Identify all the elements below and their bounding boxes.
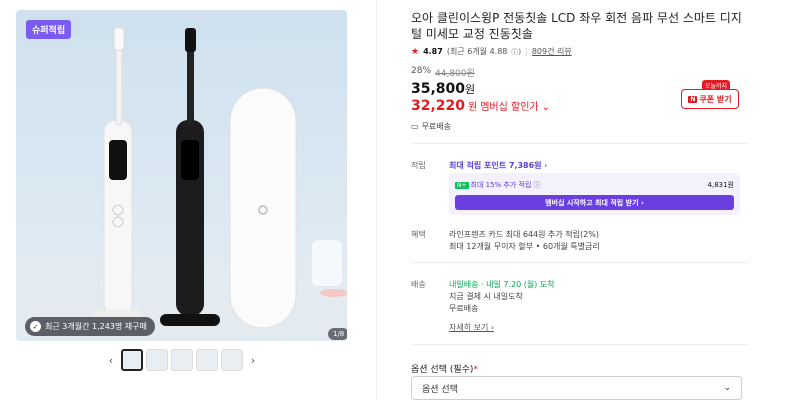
max-points-link[interactable]: 최대 적립 포인트 7,386원 ›: [449, 160, 547, 171]
naver-plus-icon: N+: [455, 182, 469, 189]
sale-price-value: 35,800: [411, 81, 466, 97]
chevron-right-icon: ›: [641, 198, 644, 207]
section-divider: [411, 344, 749, 345]
chevron-right-icon: ›: [544, 161, 548, 170]
column-divider: [376, 0, 377, 400]
star-icon: ★: [411, 46, 420, 57]
option-label: 옵션 선택 (필수)*: [411, 362, 478, 375]
check-circle-icon: ✓: [30, 321, 41, 332]
product-main-image[interactable]: 슈퍼적립 ✓ 최근 3개월간 1,243명 재구매 1/8: [16, 10, 347, 341]
thumbnail-strip: ‹ ›: [104, 349, 260, 371]
extra-points-amount: 4,831원: [707, 181, 734, 189]
thumbnail-item[interactable]: [171, 349, 193, 371]
benefit-installment: 최대 12개월 무이자 할부 • 60개월 특별금리: [449, 242, 600, 251]
membership-start-button[interactable]: 멤버십 시작하고 최대 적립 받기 ›: [455, 195, 734, 210]
section-divider: [411, 143, 749, 144]
coupon-button[interactable]: N 쿠폰 받기: [681, 89, 739, 109]
sale-price: 35,800원: [411, 81, 475, 97]
chevron-right-icon: ›: [490, 323, 495, 332]
rating-score: 4.87: [423, 47, 443, 56]
discount-percent: 28%: [411, 66, 432, 76]
free-shipping: ▭ 무료배송: [411, 121, 451, 132]
product-title: 오아 클린이스윙P 전동칫솔 LCD 좌우 회전 음파 무선 스마트 디지털 미…: [411, 11, 742, 41]
delivery-arrival-note: 지금 결제 시 내일도착: [449, 292, 523, 301]
delivery-fee: 무료배송: [449, 304, 479, 313]
max-points-text: 최대 적립 포인트 7,386원: [449, 161, 542, 170]
rating-row: ★ 4.87 (최근 6개월 4.88 ⓘ) | 809건 리뷰: [411, 46, 572, 57]
repurchase-pill: ✓ 최근 3개월간 1,243명 재구매: [25, 317, 155, 336]
membership-price-value: 32,220: [411, 98, 466, 114]
thumbnail-item[interactable]: [221, 349, 243, 371]
option-select[interactable]: 옵션 선택 ⌄: [411, 376, 742, 400]
required-mark: *: [473, 365, 478, 375]
points-box: N+ 최대 15% 추가 적립 ⓘ 4,831원 멤버십 시작하고 최대 적립 받…: [449, 173, 740, 215]
coupon-label: 쿠폰 받기: [699, 94, 732, 104]
membership-price-label: 멤버십 할인가: [480, 102, 539, 113]
benefit-card: 라인프렌즈 카드 최대 644원 추가 적립(2%): [449, 230, 599, 239]
repurchase-text: 최근 3개월간 1,243명 재구매: [45, 322, 147, 331]
section-divider: [411, 262, 749, 263]
thumbnail-item[interactable]: [121, 349, 143, 371]
naver-n-icon: N: [688, 95, 698, 103]
delivery-detail-link[interactable]: 자세히 보기 ›: [449, 322, 494, 333]
extra-points-label: 최대 15% 추가 적립: [470, 181, 532, 189]
delivery-detail-label: 자세히 보기: [449, 323, 489, 332]
rating-recent: (최근 6개월 4.88: [446, 47, 508, 56]
truck-icon: ▭: [411, 122, 419, 131]
membership-price-row[interactable]: 32,220 원 멤버십 할인가 ⌄: [411, 98, 550, 114]
points-label: 적립: [411, 161, 426, 170]
chevron-down-icon: ⌄: [541, 102, 551, 113]
product-photo-illustration: [16, 27, 347, 341]
delivery-date: · 내일 7.20 (월) 도착: [481, 280, 555, 289]
option-label-text: 옵션 선택 (필수): [411, 365, 474, 375]
chevron-right-icon[interactable]: ›: [246, 354, 260, 367]
delivery-label: 배송: [411, 280, 426, 289]
sale-price-unit: 원: [465, 83, 476, 96]
review-count-link[interactable]: 809건 리뷰: [532, 46, 572, 57]
extra-points-row: N+ 최대 15% 추가 적립 ⓘ 4,831원: [455, 180, 734, 190]
super-points-badge: 슈퍼적립: [26, 20, 72, 39]
info-icon[interactable]: ⓘ: [534, 181, 541, 189]
chevron-left-icon[interactable]: ‹: [104, 354, 118, 367]
benefit-label: 혜택: [411, 230, 426, 239]
thumbnail-item[interactable]: [196, 349, 218, 371]
thumbnail-item[interactable]: [146, 349, 168, 371]
info-icon[interactable]: ⓘ): [511, 47, 521, 57]
original-price: 44,800원: [435, 69, 475, 79]
benefit-lines: 라인프렌즈 카드 최대 644원 추가 적립(2%) 최대 12개월 무이자 할…: [449, 229, 600, 253]
image-page-indicator: 1/8: [328, 328, 347, 340]
chevron-down-icon: ⌄: [723, 383, 731, 393]
membership-price-unit: 원: [468, 102, 478, 113]
free-shipping-label: 무료배송: [421, 122, 452, 131]
membership-start-label: 멤버십 시작하고 최대 적립 받기: [545, 198, 639, 207]
option-placeholder: 옵션 선택: [422, 384, 458, 395]
discount-row: 28% 44,800원: [411, 66, 475, 79]
delivery-info: 내일배송 · 내일 7.20 (월) 도착 지금 결제 시 내일도착 무료배송: [449, 279, 555, 315]
tomorrow-delivery-badge: 내일배송: [449, 280, 479, 289]
